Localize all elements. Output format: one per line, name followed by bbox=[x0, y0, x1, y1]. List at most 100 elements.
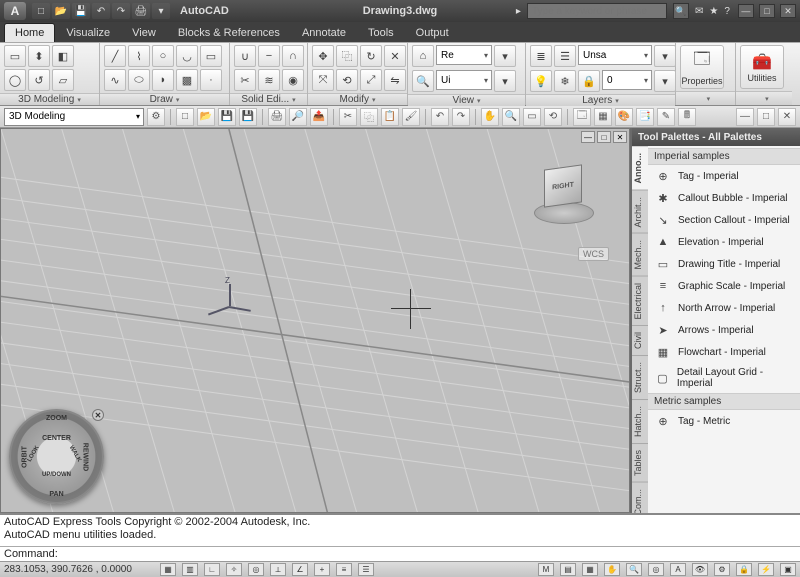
qat-undo-icon[interactable]: ↶ bbox=[92, 3, 110, 19]
ws-gear-icon[interactable]: ⚙ bbox=[147, 108, 165, 126]
view-home-icon[interactable]: ⌂ bbox=[412, 45, 434, 67]
drawing-viewport[interactable]: — □ ✕ Z R bbox=[0, 128, 630, 513]
wcs-badge[interactable]: WCS bbox=[578, 247, 609, 261]
polar-toggle[interactable]: ✧ bbox=[226, 563, 242, 576]
utilities-button[interactable]: 🧰Utilities bbox=[740, 45, 784, 89]
slice-icon[interactable]: ✂ bbox=[234, 69, 256, 91]
palette-tab-command[interactable]: Com... bbox=[632, 482, 648, 513]
view-drop-icon[interactable]: ▾ bbox=[494, 45, 516, 67]
visual-style-combo[interactable]: Re bbox=[436, 45, 492, 65]
tb-pan-icon[interactable]: ✋ bbox=[481, 108, 499, 126]
tb-save-icon[interactable]: 💾 bbox=[218, 108, 236, 126]
palette-item[interactable]: ▭Drawing Title - Imperial bbox=[648, 253, 800, 275]
thicken-icon[interactable]: ≋ bbox=[258, 69, 280, 91]
panel-label-draw[interactable]: Draw bbox=[100, 93, 229, 105]
tab-view[interactable]: View bbox=[121, 23, 167, 42]
lwt-toggle[interactable]: ≡ bbox=[336, 563, 352, 576]
view-drop2-icon[interactable]: ▾ bbox=[494, 70, 516, 92]
tb-paste-icon[interactable]: 📋 bbox=[381, 108, 399, 126]
steering-wheel[interactable]: ZOOM PAN ORBIT REWIND CENTER WALK UP/DOW… bbox=[9, 409, 104, 504]
annovis-icon[interactable]: 👁 bbox=[692, 563, 708, 576]
tb-zoom-icon[interactable]: 🔍 bbox=[502, 108, 520, 126]
annoscale-icon[interactable]: A bbox=[670, 563, 686, 576]
hatch-icon[interactable]: ▩ bbox=[176, 69, 198, 91]
rotate-icon[interactable]: ↻ bbox=[360, 45, 382, 67]
spline-icon[interactable]: ∿ bbox=[104, 69, 126, 91]
qat-new-icon[interactable]: □ bbox=[32, 3, 50, 19]
layer-combo[interactable]: 0 bbox=[602, 70, 652, 90]
qat-print-icon[interactable]: 🖨 bbox=[132, 3, 150, 19]
tab-home[interactable]: Home bbox=[4, 23, 55, 42]
properties-button[interactable]: 🗔Properties bbox=[680, 45, 724, 89]
tab-blocks-references[interactable]: Blocks & References bbox=[167, 23, 291, 42]
qat-dropdown-icon[interactable]: ▾ bbox=[152, 3, 170, 19]
tb-qcalc-icon[interactable]: 🖩 bbox=[678, 108, 696, 126]
palette-item[interactable]: ➤Arrows - Imperial bbox=[648, 319, 800, 341]
scale-icon[interactable]: ⤢ bbox=[360, 69, 382, 91]
grid-toggle[interactable]: ▥ bbox=[182, 563, 198, 576]
infocenter-arrow-icon[interactable]: ▸ bbox=[516, 6, 521, 17]
zoom-icon[interactable]: 🔍 bbox=[412, 70, 434, 92]
panel-label-layers[interactable]: Layers bbox=[526, 94, 675, 106]
help-icon[interactable]: ? bbox=[724, 6, 730, 17]
wheel-walk[interactable]: WALK bbox=[68, 445, 82, 463]
tab-annotate[interactable]: Annotate bbox=[291, 23, 357, 42]
app-menu-button[interactable]: A bbox=[4, 2, 26, 20]
panel-label-utilities[interactable] bbox=[736, 91, 792, 105]
maximize-button[interactable]: □ bbox=[759, 4, 775, 18]
layout-quickview-icon[interactable]: ▤ bbox=[560, 563, 576, 576]
tb-plot-icon[interactable]: 🖨 bbox=[268, 108, 286, 126]
ortho-toggle[interactable]: ∟ bbox=[204, 563, 220, 576]
layer-ext-icon[interactable]: ▾ bbox=[654, 45, 676, 67]
subtract-icon[interactable]: − bbox=[258, 45, 280, 67]
view-cube-face[interactable]: RIGHT bbox=[544, 164, 582, 207]
ws-switch-icon[interactable]: ⚙ bbox=[714, 563, 730, 576]
union-icon[interactable]: ∪ bbox=[234, 45, 256, 67]
extrude-icon[interactable]: ⬍ bbox=[28, 45, 50, 67]
coords-readout[interactable]: 283.1053, 390.7626 , 0.0000 bbox=[4, 564, 154, 575]
tb-dcenter-icon[interactable]: ▦ bbox=[594, 108, 612, 126]
qat-open-icon[interactable]: 📂 bbox=[52, 3, 70, 19]
clean-screen-icon[interactable]: ▣ bbox=[780, 563, 796, 576]
layer-on-icon[interactable]: 💡 bbox=[530, 70, 552, 92]
zoom-status-icon[interactable]: 🔍 bbox=[626, 563, 642, 576]
planar-icon[interactable]: ▱ bbox=[52, 69, 74, 91]
wheel-rewind[interactable]: REWIND bbox=[81, 442, 88, 470]
qp-toggle[interactable]: ☰ bbox=[358, 563, 374, 576]
line-icon[interactable]: ╱ bbox=[104, 45, 126, 67]
tb-copy-icon[interactable]: ⿻ bbox=[360, 108, 378, 126]
layer-states-icon[interactable]: ☰ bbox=[554, 45, 576, 67]
palette-item[interactable]: ↘Section Callout - Imperial bbox=[648, 209, 800, 231]
layer-freeze-icon[interactable]: ❄ bbox=[554, 70, 576, 92]
tb-new-icon[interactable]: □ bbox=[176, 108, 194, 126]
palette-item[interactable]: ✱Callout Bubble - Imperial bbox=[648, 187, 800, 209]
qat-save-icon[interactable]: 💾 bbox=[72, 3, 90, 19]
tb-doc-min-icon[interactable]: — bbox=[736, 108, 754, 126]
rectangle-icon[interactable]: ▭ bbox=[200, 45, 222, 67]
osnap-toggle[interactable]: ◎ bbox=[248, 563, 264, 576]
tb-match-icon[interactable]: 🖌 bbox=[402, 108, 420, 126]
tb-doc-max-icon[interactable]: □ bbox=[757, 108, 775, 126]
qat-redo-icon[interactable]: ↷ bbox=[112, 3, 130, 19]
panel-label-solid[interactable]: Solid Edi... bbox=[230, 93, 307, 105]
minimize-button[interactable]: — bbox=[738, 4, 754, 18]
tb-props-icon[interactable]: 🗔 bbox=[573, 108, 591, 126]
tb-doc-close-icon[interactable]: ✕ bbox=[778, 108, 796, 126]
named-view-combo[interactable]: Ui bbox=[436, 70, 492, 90]
palette-item[interactable]: ↑North Arrow - Imperial bbox=[648, 297, 800, 319]
model-space-button[interactable]: M bbox=[538, 563, 554, 576]
palette-tab-tables[interactable]: Tables bbox=[632, 443, 648, 482]
palette-tab-hatches[interactable]: Hatch... bbox=[632, 399, 648, 443]
palette-item[interactable]: ▦Flowchart - Imperial bbox=[648, 341, 800, 363]
wheel-status-icon[interactable]: ◎ bbox=[648, 563, 664, 576]
tb-redo-icon[interactable]: ↷ bbox=[452, 108, 470, 126]
tb-zoomprev-icon[interactable]: ⟲ bbox=[544, 108, 562, 126]
otrack-toggle[interactable]: ⟂ bbox=[270, 563, 286, 576]
palette-item[interactable]: ⊕Tag - Metric bbox=[648, 410, 800, 432]
palette-tab-mechanical[interactable]: Mech... bbox=[632, 233, 648, 276]
view-cube-compass[interactable] bbox=[534, 202, 594, 224]
erase-icon[interactable]: ✕ bbox=[384, 45, 406, 67]
view-cube[interactable]: RIGHT bbox=[529, 159, 599, 229]
wheel-look[interactable]: LOOK bbox=[27, 445, 41, 463]
cylinder-icon[interactable]: ◯ bbox=[4, 69, 26, 91]
